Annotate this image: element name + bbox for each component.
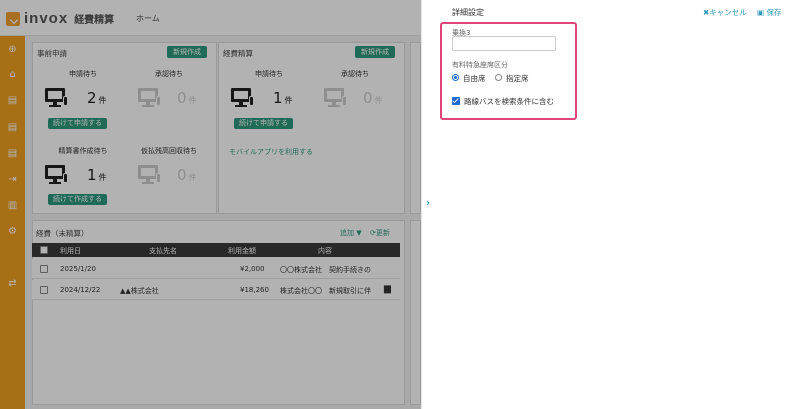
bus-checkbox[interactable] <box>452 97 460 105</box>
overlay-dim[interactable] <box>0 0 421 409</box>
seat-free-label[interactable]: 自由席 <box>463 73 486 84</box>
seat-reserved-label[interactable]: 指定席 <box>506 73 529 84</box>
seat-section-label: 有料特急座席区分 <box>452 61 508 69</box>
drawer-title: 詳細設定 <box>452 8 484 17</box>
save-icon: ▣ <box>757 8 765 17</box>
drawer-collapse-handle[interactable]: › <box>421 0 437 409</box>
detail-settings-drawer: 詳細設定 ✖キャンセル ▣ 保存 乗換3 有料特急座席区分 自由席 指定席 路線… <box>437 0 800 409</box>
transfer-input[interactable] <box>452 36 556 51</box>
cancel-button[interactable]: ✖キャンセル <box>703 7 747 18</box>
bus-checkbox-label[interactable]: 路線バスを検索条件に含む <box>464 96 554 107</box>
seat-reserved-radio[interactable] <box>495 74 502 81</box>
save-button[interactable]: ▣ 保存 <box>757 7 781 18</box>
seat-free-radio[interactable] <box>452 74 459 81</box>
chevron-right-icon[interactable]: › <box>426 198 430 209</box>
